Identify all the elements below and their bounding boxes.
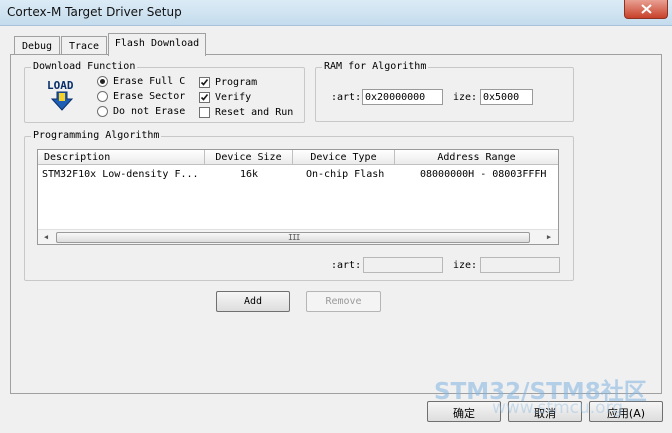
close-button[interactable] [624,0,668,19]
scroll-right-icon[interactable]: ▶ [541,230,557,245]
tab-flash-download[interactable]: Flash Download [108,33,206,56]
erase-sector-label: Erase Sector [113,91,186,102]
do-not-erase-radio[interactable]: Do not Erase [97,106,185,117]
checkmark-icon [200,94,209,101]
algorithm-start-input[interactable] [363,257,443,273]
reset-and-run-label: Reset and Run [215,107,294,118]
row-address-range: 08000000H - 08003FFFH [420,169,547,180]
watermark-url: www.stmcu.org [492,398,624,418]
add-button[interactable]: Add [216,291,290,312]
ram-size-value: 0x5000 [483,92,520,103]
horizontal-scrollbar[interactable]: ◀ III ▶ [38,229,558,244]
row-device-type: On-chip Flash [306,169,385,180]
program-checkbox[interactable]: Program [199,77,257,88]
download-function-label: Download Function [31,61,138,72]
erase-sector-radio[interactable]: Erase Sector [97,91,185,102]
remove-button-label: Remove [325,296,362,307]
algorithm-size-input[interactable] [480,257,560,273]
close-icon [641,4,652,14]
tab-debug[interactable]: Debug [14,36,60,56]
tab-trace-label: Trace [68,41,100,52]
verify-checkbox[interactable]: Verify [199,92,251,103]
column-header-device-size[interactable]: Device Size [205,150,293,165]
ram-start-input[interactable]: 0x20000000 [362,89,443,105]
checkmark-icon [200,79,209,86]
radio-selected-indicator [97,76,108,87]
load-icon-text: LOAD [47,79,74,92]
checkbox-box [199,107,210,118]
load-icon: LOAD [46,79,78,112]
verify-label: Verify [215,92,252,103]
title-bar: Cortex-M Target Driver Setup [0,0,672,26]
erase-full-chip-radio[interactable]: Erase Full C [97,76,185,87]
do-not-erase-label: Do not Erase [113,106,186,117]
tab-debug-label: Debug [21,41,53,52]
program-label: Program [215,77,258,88]
algorithm-start-label: :art: [331,260,362,271]
ram-size-label: ize: [453,92,478,103]
radio-indicator [97,106,108,117]
row-description: STM32F10x Low-density F... [42,169,199,180]
column-address-range-label: Address Range [437,152,516,163]
tab-flash-download-label: Flash Download [114,38,200,49]
remove-button[interactable]: Remove [306,291,381,312]
algorithm-size-label: ize: [453,260,478,271]
checkbox-box [199,92,210,103]
scrollbar-thumb[interactable]: III [56,232,530,243]
erase-full-chip-label: Erase Full C [113,76,186,87]
window-title: Cortex-M Target Driver Setup [7,5,182,19]
column-header-description[interactable]: Description [38,150,205,165]
programming-algorithm-label: Programming Algorithm [31,130,162,141]
ram-start-label: :art: [331,92,362,103]
column-device-type-label: Device Type [310,152,377,163]
ram-for-algorithm-label: RAM for Algorithm [322,61,429,72]
checkbox-box [199,77,210,88]
algorithm-list[interactable]: Description Device Size Device Type Addr… [37,149,559,245]
ram-size-input[interactable]: 0x5000 [480,89,533,105]
add-button-label: Add [243,296,263,307]
ok-button-label: 确定 [453,407,475,420]
tab-trace[interactable]: Trace [61,36,107,56]
row-device-size: 16k [240,169,259,180]
reset-and-run-checkbox[interactable]: Reset and Run [199,107,293,118]
column-device-size-label: Device Size [215,152,282,163]
column-description-label: Description [44,152,111,163]
column-header-device-type[interactable]: Device Type [293,150,395,165]
column-header-address-range[interactable]: Address Range [395,150,558,165]
scroll-grip: III [288,233,300,242]
scroll-left-icon[interactable]: ◀ [38,230,54,245]
ram-start-value: 0x20000000 [365,92,426,103]
radio-indicator [97,91,108,102]
